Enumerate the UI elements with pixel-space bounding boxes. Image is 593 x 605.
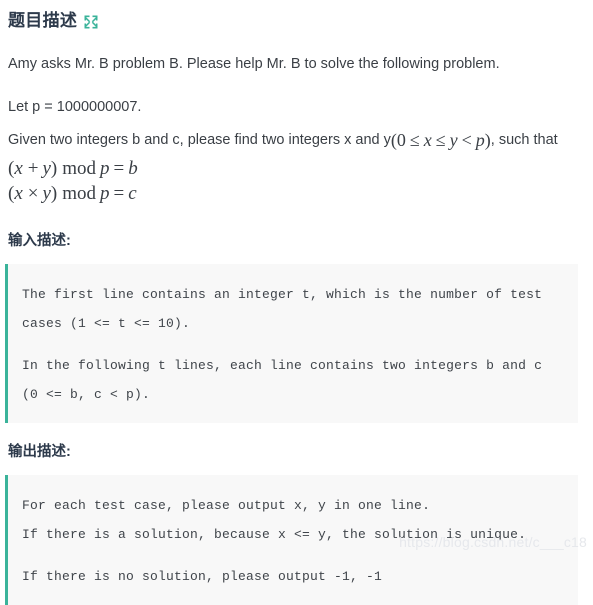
equation-list: (x + y) mod p = b (x × y) mod p = c: [8, 156, 585, 206]
output-description-code-block: For each test case, please output x, y i…: [5, 475, 578, 605]
code-line: For each test case, please output x, y i…: [22, 498, 431, 513]
input-description-heading: 输入描述:: [8, 233, 71, 249]
equation-product-mod: (x × y) mod p = c: [8, 183, 137, 204]
page-title: 题目描述: [8, 11, 78, 30]
code-line: If there is no solution, please output -…: [22, 569, 383, 584]
expand-arrows-icon[interactable]: [84, 15, 98, 29]
input-description-code-block: The first line contains an integer t, wh…: [5, 264, 578, 423]
code-line: The first line contains an integer t, wh…: [22, 287, 543, 302]
page-title-row: 题目描述: [0, 0, 593, 33]
code-line: cases (1 <= t <= 10).: [22, 316, 191, 331]
problem-given-paragraph: Given two integers b and c, please find …: [8, 128, 585, 150]
code-line: If there is a solution, because x <= y, …: [22, 527, 527, 542]
problem-intro-paragraph: Amy asks Mr. B problem B. Please help Mr…: [8, 56, 500, 72]
equation-sum-mod: (x + y) mod p = b: [8, 158, 138, 179]
problem-description-page: 题目描述 Amy asks Mr. B problem B. Please he…: [0, 0, 593, 605]
code-line: (0 <= b, c < p).: [22, 387, 151, 402]
given-prefix-text: Given two integers b and c, please find …: [8, 132, 391, 148]
code-line: In the following t lines, each line cont…: [22, 358, 543, 373]
problem-let-p-paragraph: Let p = 1000000007.: [8, 99, 142, 115]
output-description-heading: 输出描述:: [8, 444, 71, 460]
range-constraint-formula: (0 ≤ x ≤ y < p): [390, 130, 491, 150]
given-suffix-text: , such that: [490, 132, 558, 148]
problem-statement: Amy asks Mr. B problem B. Please help Mr…: [0, 54, 593, 206]
